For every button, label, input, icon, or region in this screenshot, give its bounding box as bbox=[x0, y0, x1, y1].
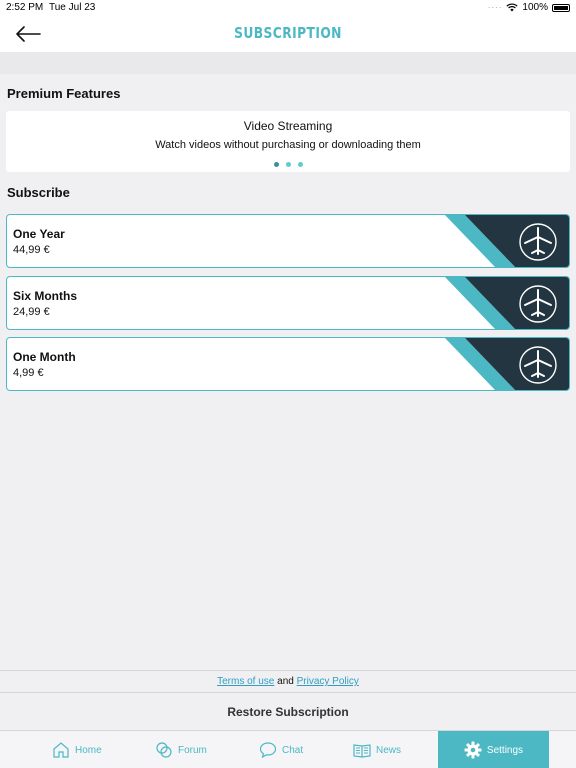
legal-conjunction: and bbox=[277, 676, 294, 687]
news-icon bbox=[353, 744, 371, 758]
plan-one-month[interactable]: One Month 4,99 € bbox=[6, 337, 570, 391]
plane-badge-icon bbox=[445, 338, 569, 390]
plan-name: One Year bbox=[13, 227, 65, 241]
home-icon bbox=[53, 742, 69, 758]
battery-percent: 100% bbox=[522, 2, 548, 13]
back-button[interactable] bbox=[14, 24, 42, 44]
plane-badge-icon bbox=[445, 215, 569, 267]
carousel-dot[interactable] bbox=[297, 162, 303, 167]
nav-bar: SUBSCRIPTION bbox=[0, 16, 576, 52]
tab-label: Home bbox=[75, 744, 102, 756]
plan-name: Six Months bbox=[13, 289, 78, 303]
tab-settings[interactable]: Settings bbox=[438, 731, 549, 768]
battery-icon bbox=[552, 3, 570, 12]
wifi-icon bbox=[506, 3, 519, 12]
arrow-left-icon bbox=[16, 26, 41, 42]
tab-home[interactable]: Home bbox=[52, 731, 102, 768]
subscribe-section-title: Subscribe bbox=[7, 185, 70, 200]
forum-icon bbox=[156, 742, 172, 758]
plan-price: 24,99 € bbox=[13, 306, 50, 318]
status-indicators: ···· 100% bbox=[488, 2, 570, 13]
legal-links: Terms of use and Privacy Policy bbox=[0, 670, 576, 692]
privacy-policy-link[interactable]: Privacy Policy bbox=[297, 676, 359, 687]
carousel-dot[interactable] bbox=[273, 162, 279, 167]
page-title: SUBSCRIPTION bbox=[234, 24, 342, 42]
gear-icon bbox=[464, 741, 482, 759]
header-separator bbox=[0, 52, 576, 74]
restore-subscription-button[interactable]: Restore Subscription bbox=[0, 692, 576, 730]
tab-news[interactable]: News bbox=[353, 731, 401, 768]
plan-name: One Month bbox=[13, 350, 76, 364]
status-time: 2:52 PM bbox=[6, 2, 44, 13]
tab-label: Chat bbox=[282, 744, 304, 756]
chat-icon bbox=[259, 742, 277, 759]
feature-title: Video Streaming bbox=[243, 119, 333, 133]
tab-label: News bbox=[376, 744, 402, 756]
tab-label: Forum bbox=[178, 744, 207, 756]
plan-price: 44,99 € bbox=[13, 244, 50, 256]
tab-label: Settings bbox=[486, 744, 524, 756]
carousel-dots bbox=[6, 162, 570, 167]
plan-one-year[interactable]: One Year 44,99 € bbox=[6, 214, 570, 268]
plan-six-months[interactable]: Six Months 24,99 € bbox=[6, 276, 570, 330]
plan-price: 4,99 € bbox=[13, 367, 44, 379]
status-date: Tue Jul 23 bbox=[49, 2, 96, 13]
tab-bar: Home Forum Chat News Settings bbox=[0, 730, 576, 768]
feature-description: Watch videos without purchasing or downl… bbox=[155, 139, 421, 151]
plane-badge-icon bbox=[445, 277, 569, 329]
premium-section-title: Premium Features bbox=[7, 86, 121, 101]
signal-icon: ···· bbox=[487, 3, 503, 12]
tab-chat[interactable]: Chat bbox=[259, 731, 303, 768]
tab-forum[interactable]: Forum bbox=[155, 731, 207, 768]
status-bar: 2:52 PM Tue Jul 23 ···· 100% bbox=[0, 0, 576, 16]
feature-carousel[interactable]: Video Streaming Watch videos without pur… bbox=[6, 111, 570, 172]
terms-of-use-link[interactable]: Terms of use bbox=[217, 676, 274, 687]
carousel-dot[interactable] bbox=[285, 162, 291, 167]
